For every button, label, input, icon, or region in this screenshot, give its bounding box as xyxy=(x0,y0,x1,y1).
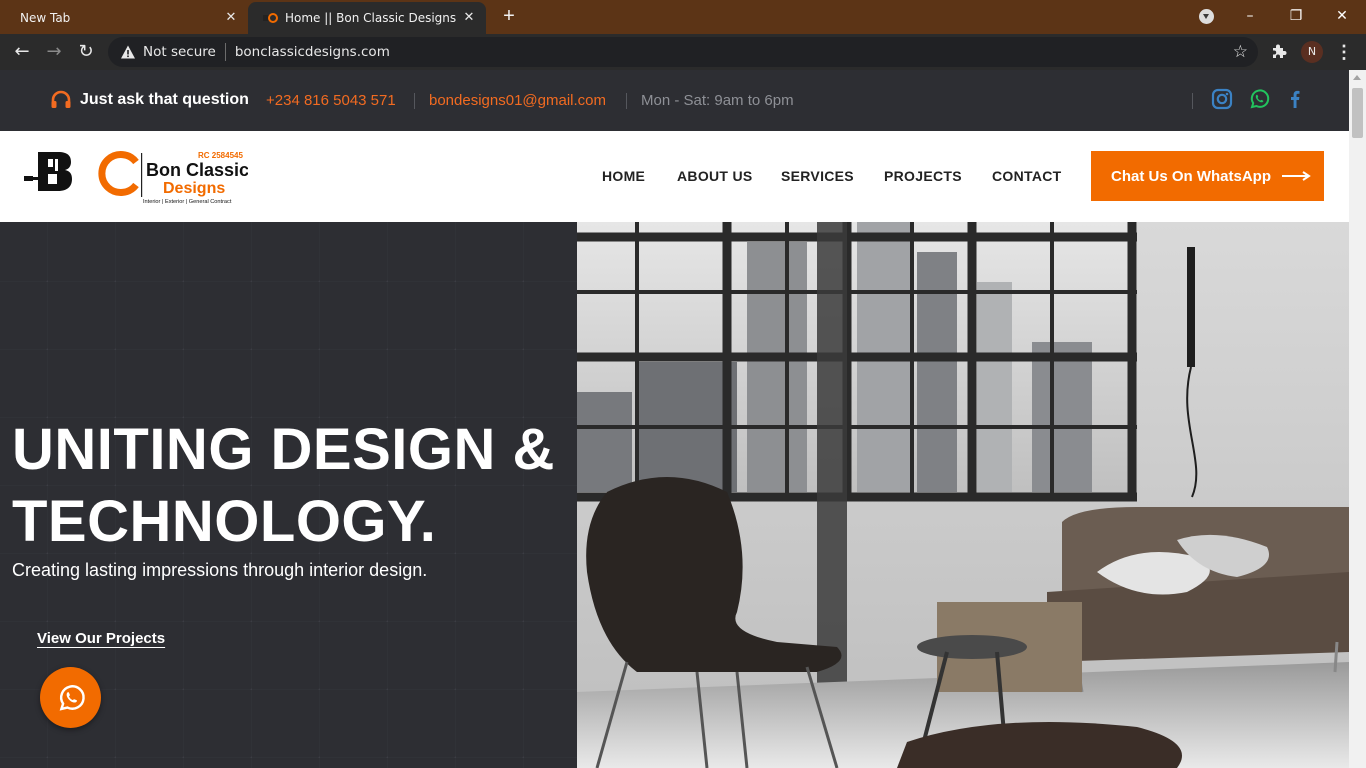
extensions-puzzle-icon[interactable] xyxy=(1269,42,1289,62)
nav-services[interactable]: SERVICES xyxy=(781,168,854,184)
phone-link[interactable]: +234 816 5043 571 xyxy=(266,92,396,109)
arrow-right-icon xyxy=(1282,171,1311,181)
hero-subheadline: Creating lasting impressions through int… xyxy=(12,560,428,580)
back-icon[interactable]: ← xyxy=(10,40,34,64)
tab-new-tab[interactable]: New Tab ✕ xyxy=(0,2,248,34)
logo-name-line2: Designs xyxy=(163,180,225,197)
restore-icon[interactable]: ❐ xyxy=(1285,5,1307,27)
tab-bon-classic[interactable]: Home || Bon Classic Designs ✕ xyxy=(248,2,486,34)
view-projects-link[interactable]: View Our Projects xyxy=(37,630,165,647)
scroll-up-arrow-icon[interactable] xyxy=(1353,75,1361,80)
business-hours: Mon - Sat: 9am to 6pm xyxy=(641,92,794,109)
forward-icon[interactable]: → xyxy=(42,40,66,64)
browser-tab-strip: New Tab ✕ Home || Bon Classic Designs ✕ … xyxy=(0,0,1366,34)
divider xyxy=(1192,93,1193,109)
close-tab-icon[interactable]: ✕ xyxy=(460,9,478,27)
page-scrollbar[interactable] xyxy=(1349,70,1366,768)
whatsapp-icon xyxy=(59,684,85,711)
bookmark-star-icon[interactable]: ☆ xyxy=(1233,42,1248,62)
page-viewport: Just ask that question +234 816 5043 571… xyxy=(0,70,1349,768)
scrollbar-thumb[interactable] xyxy=(1352,88,1363,138)
interior-room-image xyxy=(577,222,1349,768)
warning-icon xyxy=(121,45,135,59)
hero-headline: UNITING DESIGN & TECHNOLOGY. xyxy=(12,414,555,558)
nav-about-us[interactable]: ABOUT US xyxy=(677,168,753,184)
nav-home[interactable]: HOME xyxy=(602,168,645,184)
divider xyxy=(626,93,627,109)
site-favicon-icon xyxy=(263,13,278,23)
top-info-bar: Just ask that question +234 816 5043 571… xyxy=(0,70,1349,131)
whatsapp-icon[interactable] xyxy=(1248,88,1270,110)
facebook-icon[interactable] xyxy=(1284,88,1306,110)
reload-icon[interactable]: ↻ xyxy=(74,40,98,64)
instagram-icon[interactable] xyxy=(1211,88,1233,110)
close-window-icon[interactable]: ✕ xyxy=(1331,5,1353,27)
ask-text: Just ask that question xyxy=(80,91,249,108)
logo-name-line1: Bon Classic xyxy=(146,160,248,180)
close-tab-icon[interactable]: ✕ xyxy=(222,9,240,27)
whatsapp-floating-button[interactable] xyxy=(40,667,101,728)
minimize-icon[interactable]: – xyxy=(1239,5,1261,27)
main-navigation: RC 2584545 Bon Classic Designs Interior … xyxy=(0,131,1349,222)
hero-headline-line1: UNITING DESIGN & xyxy=(12,417,555,482)
site-logo[interactable]: RC 2584545 Bon Classic Designs Interior … xyxy=(24,148,248,206)
address-bar[interactable]: Not secure bonclassicdesigns.com ☆ xyxy=(108,37,1258,67)
ask-question: Just ask that question xyxy=(50,90,249,110)
profile-avatar[interactable]: N xyxy=(1301,41,1323,63)
divider xyxy=(414,93,415,109)
whatsapp-chat-button[interactable]: Chat Us On WhatsApp xyxy=(1091,151,1324,201)
email-link[interactable]: bondesigns01@gmail.com xyxy=(429,92,606,109)
security-label[interactable]: Not secure xyxy=(143,44,216,60)
tab-title: New Tab xyxy=(20,11,71,25)
logo-tagline: Interior | Exterior | General Contract xyxy=(143,199,232,205)
logo-rc-number: RC 2584545 xyxy=(198,151,243,160)
hero-headline-line2: TECHNOLOGY. xyxy=(12,489,437,554)
browser-menu-icon[interactable]: ⋮ xyxy=(1334,40,1354,64)
url-text[interactable]: bonclassicdesigns.com xyxy=(235,44,390,60)
new-tab-button[interactable]: + xyxy=(498,6,520,28)
cta-label: Chat Us On WhatsApp xyxy=(1111,167,1271,185)
browser-toolbar: ← → ↻ Not secure bonclassicdesigns.com ☆… xyxy=(0,34,1366,70)
nav-contact[interactable]: CONTACT xyxy=(992,168,1062,184)
tab-search-icon[interactable] xyxy=(1199,9,1214,24)
tab-title: Home || Bon Classic Designs xyxy=(285,11,457,25)
omnibox-divider xyxy=(224,43,226,61)
headset-icon xyxy=(51,90,71,108)
hero-section: UNITING DESIGN & TECHNOLOGY. Creating la… xyxy=(0,222,1349,768)
nav-projects[interactable]: PROJECTS xyxy=(884,168,962,184)
